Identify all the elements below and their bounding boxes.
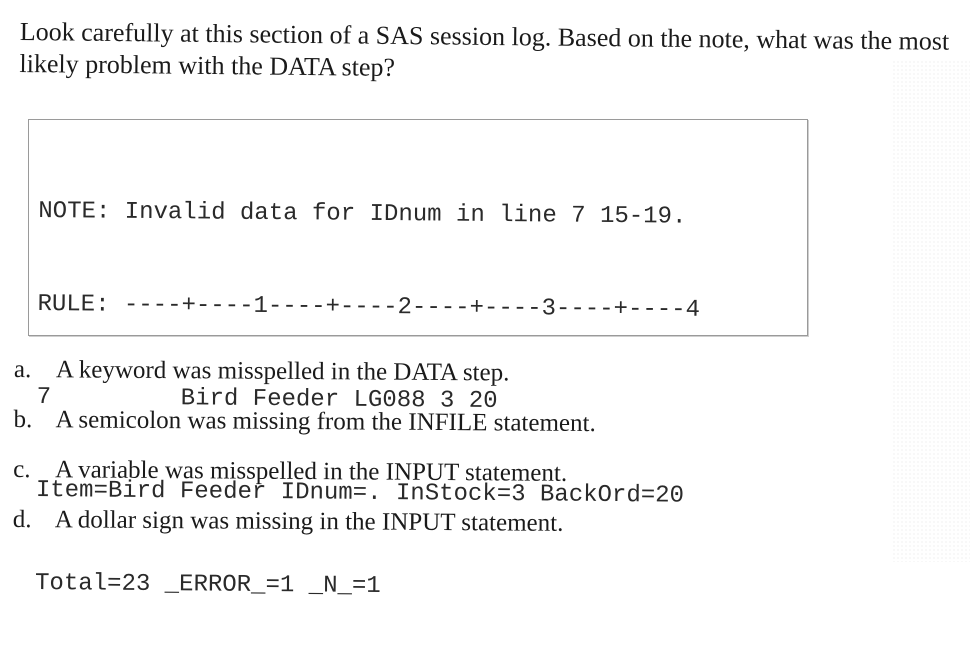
log-rule-line: RULE: ----+----1----+----2----+----3----… xyxy=(37,290,701,324)
option-c[interactable]: c. A variable was misspelled in the INPU… xyxy=(13,456,913,512)
answer-options: a. A keyword was misspelled in the DATA … xyxy=(13,356,914,562)
option-text: A semicolon was missing from the INFILE … xyxy=(55,406,596,438)
option-letter: d. xyxy=(12,505,32,534)
option-text: A keyword was misspelled in the DATA ste… xyxy=(55,356,510,387)
question-text: Look carefully at this section of a SAS … xyxy=(19,16,950,82)
sas-log-box: NOTE: Invalid data for IDnum in line 7 1… xyxy=(28,119,808,600)
option-letter: b. xyxy=(13,405,33,434)
option-text: A variable was misspelled in the INPUT s… xyxy=(55,456,568,487)
option-letter: c. xyxy=(13,455,31,484)
option-letter: a. xyxy=(13,356,32,384)
log-note-line: NOTE: Invalid data for IDnum in line 7 1… xyxy=(38,197,687,231)
log-total-line: Total=23 _ERROR_=1 _N_=1 xyxy=(34,569,381,600)
option-text: A dollar sign was missing in the INPUT s… xyxy=(54,506,564,537)
option-b[interactable]: b. A semicolon was missing from the INFI… xyxy=(13,406,913,462)
option-a[interactable]: a. A keyword was misspelled in the DATA … xyxy=(14,356,914,412)
option-d[interactable]: d. A dollar sign was missing in the INPU… xyxy=(13,506,913,562)
